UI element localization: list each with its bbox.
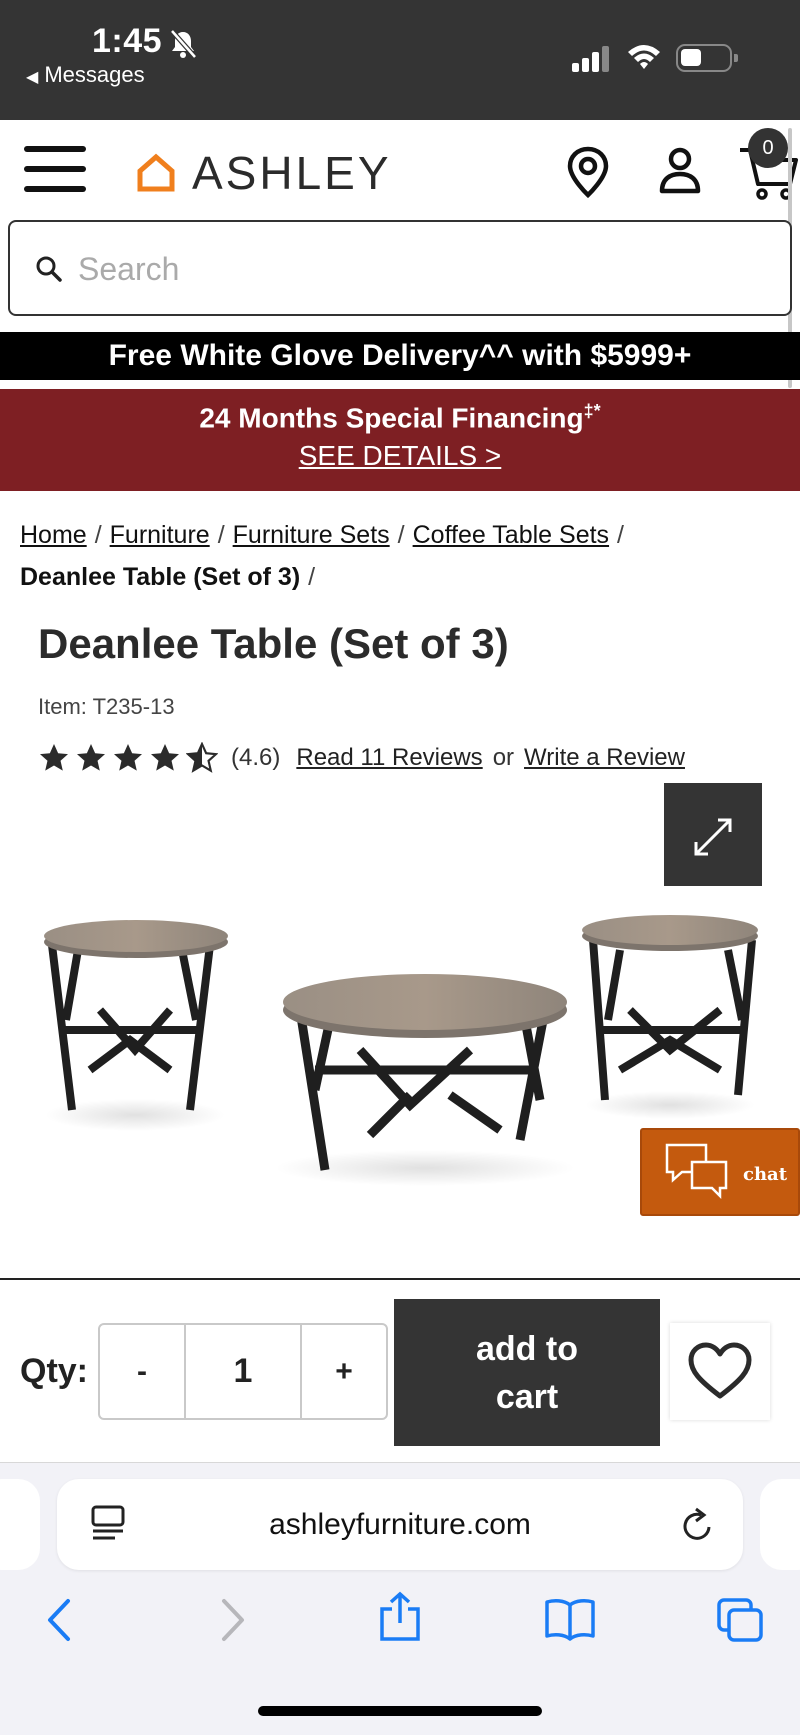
address-bar[interactable]: ashleyfurniture.com [57,1479,743,1570]
status-time: 1:45 [92,22,163,60]
financing-headline: 24 Months Special Financing‡* [199,401,601,434]
heart-icon [688,1342,752,1398]
quantity-stepper: - 1 + [98,1323,388,1420]
back-triangle-icon: ◀ [26,69,39,86]
star-rating [38,742,223,774]
sticky-bar-divider [0,1278,800,1280]
share-icon[interactable] [378,1591,422,1643]
site-header: ASHLEY 0 [0,120,800,218]
battery-icon [676,44,738,72]
cellular-signal-icon [572,46,609,72]
qty-increase-button[interactable]: + [302,1325,386,1418]
star-icon [40,744,68,771]
expand-image-button[interactable] [664,783,762,886]
breadcrumb-furniture[interactable]: Furniture [110,521,210,549]
cocktail-table-center [275,974,575,1186]
back-label: Messages [44,62,145,87]
qty-label: Qty: [20,1352,88,1390]
financing-promo-banner[interactable]: 24 Months Special Financing‡* SEE DETAIL… [0,389,800,491]
brand-name: ASHLEY [192,147,392,199]
see-details-link[interactable]: SEE DETAILS > [0,440,800,472]
wifi-icon [628,45,660,69]
end-table-right [582,915,758,1119]
rating-value: (4.6) [231,744,281,771]
hamburger-menu-icon[interactable] [24,146,86,192]
bell-muted-icon [170,29,197,59]
qty-decrease-button[interactable]: - [100,1325,184,1418]
or-text: or [492,744,515,771]
star-icon [151,744,179,771]
breadcrumb-current: Deanlee Table (Set of 3) [20,563,301,591]
house-logo-icon [137,153,175,192]
account-icon[interactable] [658,146,702,194]
reload-icon[interactable] [681,1507,715,1543]
breadcrumb-home[interactable]: Home [20,521,87,549]
url-text: ashleyfurniture.com [269,1508,531,1541]
chat-bubbles-icon [665,1143,728,1200]
qty-value[interactable]: 1 [184,1325,302,1418]
add-to-cart-line2: cart [495,1377,559,1416]
wishlist-button[interactable] [670,1323,770,1420]
previous-tab-pill[interactable] [0,1479,40,1570]
product-title: Deanlee Table (Set of 3) [38,620,509,667]
item-number: Item: T235-13 [38,694,175,719]
breadcrumb-furniture-sets[interactable]: Furniture Sets [233,521,390,549]
rating-row: (4.6) Read 11 Reviews or Write a Review [38,740,685,776]
search-icon [36,256,62,282]
chat-label: chat [743,1164,788,1185]
tabs-icon[interactable] [716,1597,764,1643]
read-reviews-link[interactable]: Read 11 Reviews [296,744,482,772]
star-icon [77,744,105,771]
delivery-promo-banner[interactable]: Free White Glove Delivery^^ with $5999+ [0,332,800,380]
next-tab-pill[interactable] [760,1479,800,1570]
home-indicator [258,1706,542,1716]
financing-footnote-mark: ‡* [583,401,601,421]
bookmarks-icon[interactable] [544,1597,596,1641]
search-bar[interactable] [8,220,792,316]
ashley-logo[interactable]: ASHLEY [136,146,392,200]
end-table-left [44,920,228,1131]
browser-bottom-bar: ashleyfurniture.com [0,1462,800,1735]
back-arrow-icon[interactable] [44,1597,74,1643]
cart-count-badge: 0 [748,128,788,168]
write-review-link[interactable]: Write a Review [524,744,685,772]
search-input[interactable] [78,242,758,296]
expand-icon [694,818,732,856]
add-to-cart-button[interactable]: add to cart [394,1299,660,1446]
add-to-cart-line1: add to [476,1329,578,1368]
forward-arrow-icon[interactable] [218,1597,248,1643]
back-to-messages[interactable]: ◀ Messages [26,62,145,88]
status-bar: 1:45 ◀ Messages [0,0,800,120]
breadcrumb-coffee-table-sets[interactable]: Coffee Table Sets [413,521,609,549]
star-icon [114,744,142,771]
breadcrumb: Home / Furniture / Furniture Sets / Coffee Tab… [20,521,624,591]
half-star-icon [186,742,218,773]
map-pin-icon[interactable] [566,146,610,198]
chat-button[interactable]: chat [640,1128,800,1216]
